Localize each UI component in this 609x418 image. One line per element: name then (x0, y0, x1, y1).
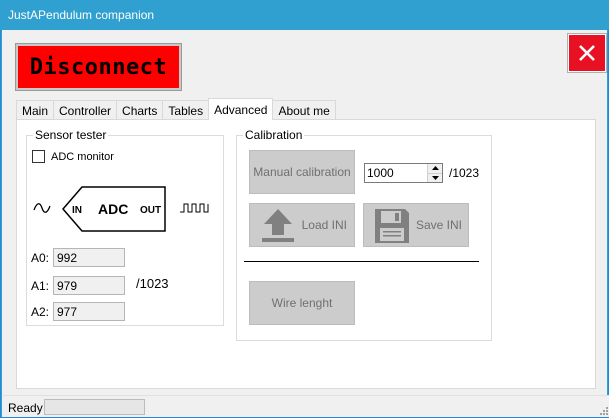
status-text: Ready (8, 401, 43, 415)
sensor-tester-group: Sensor tester ADC monitor IN ADC OUT A0:… (26, 128, 224, 326)
adc-monitor-checkbox[interactable] (32, 150, 45, 163)
status-progress-bar (44, 399, 145, 415)
disconnect-button[interactable]: Disconnect (15, 43, 182, 91)
save-ini-label: Save INI (415, 218, 462, 232)
floppy-disk-icon (375, 209, 409, 243)
tab-advanced[interactable]: Advanced (208, 98, 274, 120)
calibration-group: Calibration Manual calibration /1023 (236, 128, 492, 341)
calibration-value-stepper[interactable] (364, 163, 443, 183)
stepper-arrows (427, 164, 442, 182)
main-window: Disconnect Main Controller Charts Tables… (1, 30, 609, 417)
analog-wave-icon (33, 203, 51, 213)
load-ini-button[interactable]: Load INI (249, 203, 355, 247)
close-icon (579, 45, 595, 61)
chevron-up-icon (431, 166, 439, 171)
close-button[interactable] (567, 33, 607, 73)
reading-a1-label: A1: (31, 278, 50, 293)
reading-a1-row: A1: 979 (31, 276, 125, 295)
status-bar: Ready (3, 395, 609, 417)
tab-main[interactable]: Main (16, 100, 55, 120)
calibration-max-label: /1023 (449, 166, 480, 180)
window-title: JustAPendulum companion (8, 8, 155, 22)
reading-a0-row: A0: 992 (31, 248, 125, 267)
reading-max-label: /1023 (136, 276, 169, 291)
sensor-tester-title: Sensor tester (33, 128, 109, 142)
manual-calibration-button[interactable]: Manual calibration (249, 150, 355, 194)
calibration-divider (244, 261, 479, 262)
load-ini-label: Load INI (301, 218, 347, 232)
stepper-down-button[interactable] (428, 173, 442, 182)
reading-a1-value: 979 (53, 276, 125, 295)
adc-in-label: IN (72, 205, 82, 216)
adc-center-label: ADC (98, 201, 128, 217)
reading-a2-value: 977 (53, 302, 125, 321)
digital-wave-icon (180, 203, 209, 213)
calibration-value-input[interactable] (365, 164, 427, 182)
reading-a0-label: A0: (31, 250, 50, 265)
reading-a0-value: 992 (53, 248, 125, 267)
reading-a2-row: A2: 977 (31, 302, 125, 321)
tab-charts[interactable]: Charts (116, 100, 164, 120)
adc-monitor-label: ADC monitor (51, 150, 114, 163)
tab-controller[interactable]: Controller (53, 100, 118, 120)
advanced-tab-page: Sensor tester ADC monitor IN ADC OUT A0:… (16, 119, 596, 389)
tab-about-me[interactable]: About me (272, 100, 336, 120)
stepper-up-button[interactable] (428, 164, 442, 174)
adc-diagram: IN ADC OUT (33, 186, 209, 232)
adc-monitor-checkbox-row[interactable]: ADC monitor (32, 150, 114, 163)
resize-grip-icon[interactable] (598, 405, 608, 415)
tab-tables[interactable]: Tables (162, 100, 210, 120)
title-bar: JustAPendulum companion (0, 0, 609, 30)
save-ini-button[interactable]: Save INI (363, 203, 469, 247)
upload-icon (262, 209, 294, 242)
reading-a2-label: A2: (31, 304, 50, 319)
wire-length-button[interactable]: Wire lenght (249, 281, 355, 325)
adc-out-label: OUT (140, 205, 161, 216)
chevron-down-icon (431, 175, 439, 180)
calibration-title: Calibration (243, 128, 305, 142)
tab-strip: Main Controller Charts Tables Advanced A… (16, 98, 336, 120)
